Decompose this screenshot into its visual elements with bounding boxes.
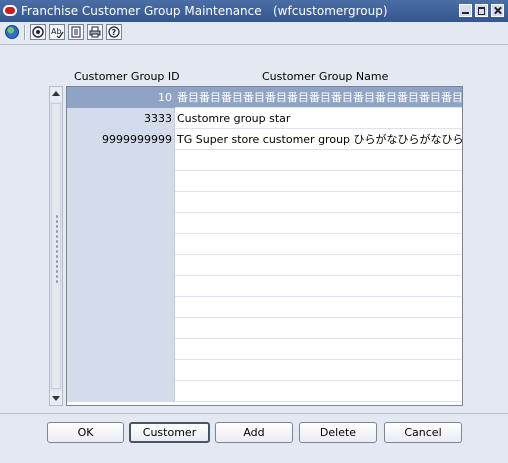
customer-group-name-cell[interactable] — [175, 276, 462, 297]
table-row[interactable]: 9999999999 TG Super store customer group … — [67, 129, 462, 150]
cancel-label: Cancel — [404, 426, 442, 439]
globe-icon[interactable] — [4, 24, 20, 40]
customer-group-id-cell[interactable] — [67, 360, 175, 381]
customer-group-id-cell[interactable] — [67, 150, 175, 171]
table-row[interactable] — [67, 171, 462, 192]
scrollbar-thumb[interactable] — [51, 103, 61, 389]
customer-group-id-cell[interactable] — [67, 297, 175, 318]
customer-group-id-cell[interactable] — [67, 255, 175, 276]
table-row[interactable] — [67, 360, 462, 381]
customer-group-id-cell[interactable]: 10 — [67, 87, 175, 108]
window-title: Franchise Customer Group Maintenance — [21, 4, 262, 18]
customer-group-name-cell[interactable] — [175, 381, 462, 402]
table-row[interactable] — [67, 234, 462, 255]
minimize-button[interactable] — [459, 4, 472, 17]
customer-group-name-cell[interactable] — [175, 150, 462, 171]
table-row[interactable]: 10 番目番目番目番目番目番目番目番目番目番目番目番目番目番目 — [67, 87, 462, 108]
customer-group-id-cell[interactable] — [67, 213, 175, 234]
column-header-name: Customer Group Name — [262, 70, 389, 83]
table-row[interactable] — [67, 339, 462, 360]
table-row[interactable] — [67, 297, 462, 318]
customer-group-id-cell[interactable] — [67, 318, 175, 339]
customer-group-name-cell[interactable] — [175, 213, 462, 234]
spellcheck-icon[interactable]: Ab — [49, 24, 65, 40]
svg-text:?: ? — [112, 28, 117, 37]
delete-label: Delete — [319, 426, 357, 439]
print-icon[interactable] — [87, 24, 103, 40]
close-button[interactable] — [491, 4, 504, 17]
customer-group-name-cell[interactable] — [175, 297, 462, 318]
table-row[interactable]: 3333 Customre group star — [67, 108, 462, 129]
customer-group-name-cell[interactable] — [175, 171, 462, 192]
column-header-id: Customer Group ID — [74, 70, 180, 83]
customer-group-id-cell[interactable] — [67, 339, 175, 360]
svg-text:Ab: Ab — [51, 27, 62, 36]
customer-group-name-cell[interactable]: Customre group star — [175, 108, 462, 129]
customer-group-name-cell[interactable]: TG Super store customer group ひらがなひらがなひら… — [175, 129, 462, 150]
customer-group-name-cell[interactable] — [175, 360, 462, 381]
customer-group-name-cell[interactable] — [175, 255, 462, 276]
ok-button[interactable]: OK — [47, 422, 124, 443]
toolbar: Ab ? — [0, 22, 508, 42]
scroll-up-arrow-icon[interactable] — [50, 87, 62, 101]
customer-group-name-cell[interactable] — [175, 234, 462, 255]
table-row[interactable] — [67, 381, 462, 402]
customer-button[interactable]: Customer — [129, 422, 210, 443]
toolbar-divider — [0, 44, 508, 45]
table-row[interactable] — [67, 192, 462, 213]
customer-group-name-cell[interactable] — [175, 192, 462, 213]
delete-button[interactable]: Delete — [299, 422, 377, 443]
cancel-button[interactable]: Cancel — [384, 422, 462, 443]
customer-group-id-cell[interactable] — [67, 192, 175, 213]
add-label: Add — [243, 426, 265, 439]
table-row[interactable] — [67, 276, 462, 297]
oracle-logo-icon — [3, 5, 17, 16]
help-question-icon[interactable]: ? — [106, 24, 122, 40]
ok-label: OK — [77, 426, 94, 439]
customer-group-id-cell[interactable]: 3333 — [67, 108, 175, 129]
maintenance-window: Franchise Customer Group Maintenance (wf… — [0, 0, 508, 463]
customer-group-id-cell[interactable] — [67, 381, 175, 402]
customer-group-name-cell[interactable]: 番目番目番目番目番目番目番目番目番目番目番目番目番目番目 — [175, 87, 462, 108]
button-divider — [0, 413, 508, 414]
customer-label: Customer — [142, 426, 197, 439]
table-row[interactable] — [67, 213, 462, 234]
add-button[interactable]: Add — [215, 422, 293, 443]
notes-icon[interactable] — [68, 24, 84, 40]
scroll-down-arrow-icon[interactable] — [50, 391, 62, 405]
customer-group-id-cell[interactable]: 9999999999 — [67, 129, 175, 150]
help-icon[interactable] — [30, 24, 46, 40]
table-row[interactable] — [67, 318, 462, 339]
customer-group-grid: 10 番目番目番目番目番目番目番目番目番目番目番目番目番目番目 3333 Custom… — [66, 86, 463, 406]
title-bar[interactable]: Franchise Customer Group Maintenance (wf… — [0, 0, 508, 22]
customer-group-id-cell[interactable] — [67, 234, 175, 255]
customer-group-id-cell[interactable] — [67, 276, 175, 297]
customer-group-name-cell[interactable] — [175, 339, 462, 360]
toolbar-separator — [24, 25, 26, 40]
table-row[interactable] — [67, 150, 462, 171]
grip-icon — [55, 214, 59, 284]
table-row[interactable] — [67, 255, 462, 276]
customer-group-id-cell[interactable] — [67, 171, 175, 192]
window-code: (wfcustomergroup) — [273, 4, 388, 18]
maximize-button[interactable] — [475, 4, 488, 17]
grid-scrollbar[interactable] — [49, 86, 63, 406]
customer-group-name-cell[interactable] — [175, 318, 462, 339]
